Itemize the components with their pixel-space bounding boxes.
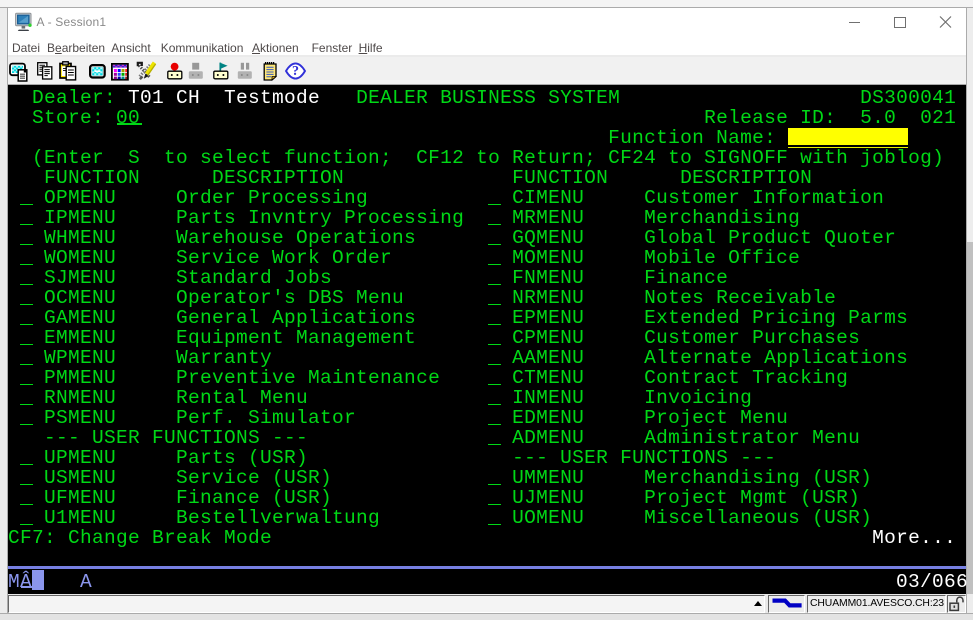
svg-text:?: ? [292,64,299,79]
